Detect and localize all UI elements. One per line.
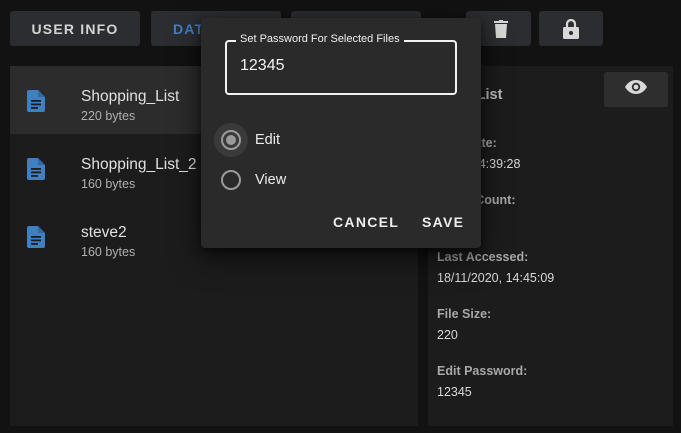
file-size: 220 bytes <box>81 109 136 123</box>
edit-password-label: Edit Password: <box>437 364 528 378</box>
password-field-label: Set Password For Selected Files <box>236 33 404 45</box>
user-info-button[interactable]: USER INFO <box>10 11 140 46</box>
file-size-value: 220 <box>437 328 458 342</box>
view-radio[interactable] <box>221 170 241 190</box>
lock-icon <box>563 18 579 39</box>
app-window: USER INFO DAT Shopping_List 220 bytes Sh… <box>0 0 681 433</box>
cancel-button[interactable]: CANCEL <box>333 214 399 230</box>
password-input[interactable] <box>240 57 440 75</box>
view-radio-label[interactable]: View <box>255 172 286 188</box>
edit-radio-label[interactable]: Edit <box>255 132 280 148</box>
file-size: 160 bytes <box>81 245 136 259</box>
last-accessed-value: 18/11/2020, 14:45:09 <box>437 271 555 285</box>
document-icon <box>27 226 47 248</box>
file-name: steve2 <box>81 224 127 241</box>
password-field: Set Password For Selected Files <box>225 33 457 95</box>
file-name: Shopping_List_2 <box>81 156 197 173</box>
file-size-label: File Size: <box>437 307 492 321</box>
edit-password-value: 12345 <box>437 385 472 399</box>
file-name: Shopping_List <box>81 88 180 105</box>
trash-icon <box>494 19 508 38</box>
save-button[interactable]: SAVE <box>422 214 464 230</box>
document-icon <box>27 90 47 112</box>
edit-radio[interactable] <box>221 130 241 150</box>
view-button[interactable] <box>604 72 668 107</box>
set-password-dialog: Set Password For Selected Files Edit Vie… <box>201 18 481 248</box>
last-accessed-label: Last Accessed: <box>437 250 529 264</box>
file-size: 160 bytes <box>81 177 136 191</box>
eye-icon <box>625 80 647 99</box>
lock-button[interactable] <box>539 11 603 46</box>
document-icon <box>27 158 47 180</box>
